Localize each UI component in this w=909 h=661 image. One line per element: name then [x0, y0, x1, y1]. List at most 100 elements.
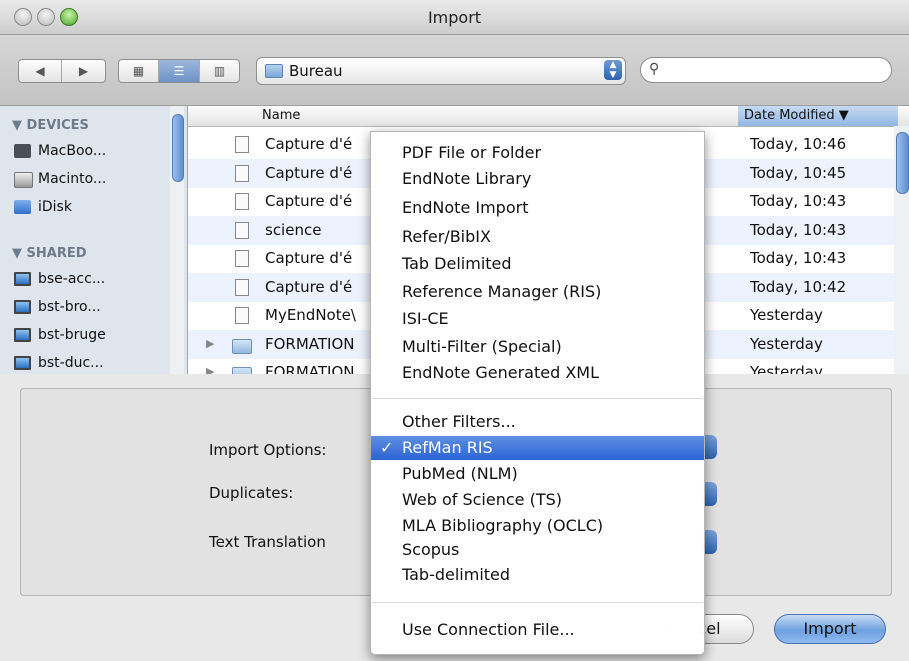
menu-item[interactable]: Scopus — [371, 538, 704, 562]
hard-disk-icon — [14, 172, 33, 188]
text-translation-popup[interactable] — [703, 530, 717, 554]
disclosure-triangle-icon[interactable]: ▶ — [206, 337, 214, 350]
network-computer-icon — [14, 300, 31, 314]
file-name: Capture d'é — [265, 278, 353, 296]
menu-item[interactable]: EndNote Generated XML — [371, 361, 704, 385]
search-icon: ⚲ — [649, 61, 660, 77]
list-scroll-thumb[interactable] — [896, 132, 909, 194]
menu-item-label: PDF File or Folder — [402, 143, 542, 162]
menu-item-label: Scopus — [402, 540, 460, 559]
file-icon — [235, 136, 249, 153]
sidebar-item-shared-4[interactable]: bst-duc... — [14, 355, 104, 371]
back-forward-control: ◀ ▶ — [18, 59, 106, 83]
forward-button[interactable]: ▶ — [62, 60, 105, 82]
menu-separator — [372, 602, 703, 603]
file-icon — [235, 165, 249, 182]
view-mode-control: ▦ ☰ ▥ — [118, 59, 240, 83]
document-icon — [235, 222, 249, 239]
menu-item[interactable]: Other Filters... — [371, 410, 704, 434]
sidebar-item-label: iDisk — [38, 199, 72, 215]
menu-item[interactable]: Tab-delimited — [371, 563, 704, 587]
menu-item-selected[interactable]: ✓ RefMan RIS — [371, 436, 704, 460]
location-popup[interactable]: Bureau ▲ ▼ — [256, 57, 626, 85]
menu-item-label: Tab Delimited — [402, 254, 512, 273]
file-icon — [235, 279, 249, 296]
menu-item-label: Web of Science (TS) — [402, 490, 562, 509]
menu-item[interactable]: Refer/BibIX — [371, 225, 704, 249]
back-button[interactable]: ◀ — [19, 60, 62, 82]
sidebar-item-label: bst-bruge — [38, 327, 106, 343]
title-bar: Import — [0, 0, 909, 35]
duplicates-label: Duplicates: — [209, 484, 294, 502]
folder-icon — [232, 367, 252, 374]
network-computer-icon — [14, 356, 31, 370]
menu-item-label: Use Connection File... — [402, 620, 575, 639]
sidebar-header-shared: ▼ SHARED — [12, 246, 87, 261]
import-options-label: Import Options: — [209, 441, 327, 459]
menu-item[interactable]: MLA Bibliography (OCLC) — [371, 514, 704, 538]
import-options-popup[interactable] — [703, 435, 717, 459]
toolbar: ◀ ▶ ▦ ☰ ▥ Bureau ▲ ▼ ⚲ — [0, 35, 909, 106]
sidebar-scroll-thumb[interactable] — [172, 114, 184, 182]
menu-item-label: EndNote Library — [402, 169, 532, 188]
folder-icon — [232, 339, 252, 354]
menu-item[interactable]: Web of Science (TS) — [371, 488, 704, 512]
menu-item[interactable]: PDF File or Folder — [371, 141, 704, 165]
menu-separator — [372, 398, 703, 399]
column-date-header[interactable]: Date Modified ▼ — [738, 106, 898, 126]
menu-item[interactable]: ISI-CE — [371, 307, 704, 331]
sidebar-item-shared-1[interactable]: bse-acc... — [14, 271, 105, 287]
menu-item-label: RefMan RIS — [402, 438, 493, 457]
sidebar-item-macintosh[interactable]: Macinto... — [14, 171, 107, 188]
file-name: FORMATION — [265, 335, 355, 353]
list-view-button[interactable]: ☰ — [159, 60, 200, 82]
menu-item[interactable]: EndNote Import — [371, 196, 704, 220]
network-computer-icon — [14, 272, 31, 286]
file-name: Capture d'é — [265, 164, 353, 182]
network-computer-icon — [14, 328, 31, 342]
menu-item-label: Tab-delimited — [402, 565, 511, 584]
text-translation-label: Text Translation — [209, 533, 326, 551]
menu-item-label: Refer/BibIX — [402, 227, 491, 246]
file-date: Yesterday — [750, 363, 823, 374]
menu-item[interactable]: Reference Manager (RIS) — [371, 280, 704, 304]
file-date: Today, 10:42 — [750, 278, 847, 296]
sidebar-header-devices: ▼ DEVICES — [12, 118, 89, 133]
file-icon — [235, 193, 249, 210]
sidebar-item-shared-2[interactable]: bst-bro... — [14, 299, 101, 315]
icon-view-button[interactable]: ▦ — [119, 60, 159, 82]
sidebar-item-macbook[interactable]: MacBoo... — [14, 143, 106, 159]
menu-item[interactable]: Use Connection File... — [371, 618, 704, 642]
duplicates-popup[interactable] — [703, 482, 717, 506]
column-header: Name Date Modified ▼ — [188, 106, 909, 127]
file-date: Yesterday — [750, 306, 823, 324]
column-view-button[interactable]: ▥ — [200, 60, 239, 82]
sidebar-item-label: bst-duc... — [38, 355, 104, 371]
file-name: science — [265, 221, 322, 239]
menu-item[interactable]: Tab Delimited — [371, 252, 704, 276]
sidebar-item-label: Macinto... — [38, 171, 107, 187]
column-name-header[interactable]: Name — [262, 108, 300, 123]
menu-item-label: EndNote Generated XML — [402, 363, 600, 382]
menu-item-label: PubMed (NLM) — [402, 464, 518, 483]
import-button[interactable]: Import — [774, 614, 886, 644]
menu-item[interactable]: Multi-Filter (Special) — [371, 335, 704, 359]
disclosure-triangle-icon[interactable]: ▶ — [206, 365, 214, 374]
chevron-updown-icon: ▲ ▼ — [604, 60, 622, 80]
sidebar: ▼ DEVICES MacBoo... Macinto... iDisk ▼ S… — [0, 106, 188, 374]
sidebar-item-label: bst-bro... — [38, 299, 101, 315]
menu-item[interactable]: EndNote Library — [371, 167, 704, 191]
location-label: Bureau — [289, 62, 343, 80]
menu-item-label: EndNote Import — [402, 198, 529, 217]
file-date: Yesterday — [750, 335, 823, 353]
file-icon — [235, 307, 249, 324]
file-date: Today, 10:45 — [750, 164, 847, 182]
sidebar-item-shared-3[interactable]: bst-bruge — [14, 327, 106, 343]
import-options-menu: PDF File or Folder EndNote Library EndNo… — [370, 131, 705, 655]
checkmark-icon: ✓ — [380, 438, 394, 457]
menu-item[interactable]: PubMed (NLM) — [371, 462, 704, 486]
window-title: Import — [427, 8, 482, 27]
file-name: Capture d'é — [265, 192, 353, 210]
sidebar-item-idisk[interactable]: iDisk — [14, 199, 72, 215]
search-input[interactable]: ⚲ — [640, 57, 892, 83]
